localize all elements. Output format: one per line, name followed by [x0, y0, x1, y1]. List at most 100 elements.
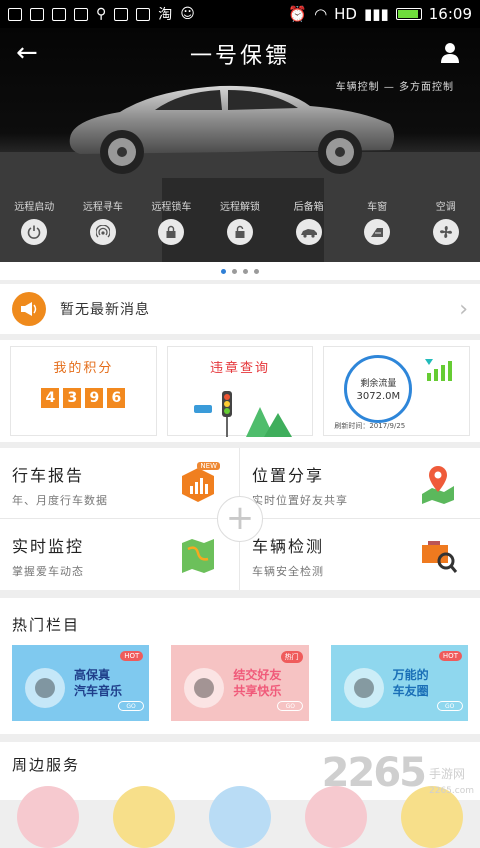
banner-illustration-icon — [25, 668, 65, 708]
battery-icon — [395, 8, 422, 20]
info-cards: 我的积分 4 3 9 6 违章查询 剩余流量 3072.0M 刷新时间：2017… — [0, 340, 480, 442]
control-trunk[interactable]: 后备箱 — [274, 198, 343, 260]
go-button[interactable]: GO — [118, 701, 144, 711]
unlock-icon[interactable] — [227, 219, 254, 245]
signal-icon[interactable] — [89, 219, 116, 245]
points-digits: 4 3 9 6 — [11, 388, 156, 408]
usb-icon: ⚲ — [96, 6, 107, 22]
control-fan[interactable]: 空调 — [411, 198, 480, 260]
megaphone-icon — [12, 292, 46, 326]
trash-icon — [30, 7, 44, 21]
control-label: 车窗 — [367, 202, 388, 213]
hot-tag: HOT — [120, 651, 144, 661]
carousel-indicator — [0, 262, 480, 280]
go-button[interactable]: GO — [436, 701, 463, 711]
control-label: 远程锁车 — [151, 202, 192, 213]
banner-line1: 高保真 — [74, 668, 111, 682]
carousel-dot[interactable] — [254, 268, 259, 274]
grid-icon — [136, 7, 151, 21]
traffic-gauge: 剩余流量 3072.0M — [344, 355, 413, 423]
feature-live-monitor[interactable]: 实时监控 掌握爱车动态 — [0, 519, 240, 590]
notice-bar[interactable]: 暂无最新消息 › — [0, 284, 480, 334]
wifi-icon: ◠ — [314, 5, 328, 23]
engine-check-icon — [422, 541, 458, 573]
control-label: 远程解锁 — [220, 202, 261, 213]
feature-vehicle-check[interactable]: 车辆检测 车辆安全检测 — [240, 519, 480, 590]
traffic-card[interactable]: 剩余流量 3072.0M 刷新时间：2017/9/25 — [323, 346, 471, 436]
network-type: HD — [334, 5, 357, 23]
control-unlock[interactable]: 远程解锁 — [206, 198, 275, 260]
signal-bars-icon: ▮▮▮ — [364, 5, 389, 23]
watermark-text: 手游网 — [429, 767, 466, 781]
violation-card[interactable]: 违章查询 — [166, 346, 314, 437]
window-icon[interactable] — [364, 219, 391, 245]
hot-title: 热门栏目 — [12, 616, 81, 634]
new-badge: NEW — [197, 462, 220, 470]
mail-icon — [74, 7, 88, 21]
hot-section: 热门栏目 HOT 高保真 汽车音乐 GO 热门 结交好友 共享快乐 GO HOT 万能的 车友圈 GO — [0, 598, 480, 734]
remote-controls: 远程启动 远程寻车 远程锁车 远程解锁 后备箱 车窗 空调 — [0, 198, 480, 260]
fan-icon[interactable] — [432, 219, 459, 245]
power-icon[interactable] — [21, 219, 48, 245]
feature-location-share[interactable]: 位置分享 实时位置好友共享 — [240, 448, 480, 519]
chevron-right-icon: › — [459, 296, 468, 322]
traffic-light-icon — [193, 391, 292, 437]
alarm-icon: ⏰ — [288, 5, 308, 23]
banner-line1: 万能的 — [392, 668, 429, 682]
feature-drive-report[interactable]: 行车报告 年、月度行车数据 NEW — [0, 448, 240, 519]
points-title: 我的积分 — [53, 361, 114, 376]
trunk-icon[interactable] — [295, 219, 322, 245]
notification-icon — [8, 7, 22, 21]
control-label: 空调 — [435, 202, 456, 213]
lock-icon[interactable] — [158, 219, 185, 245]
traffic-value: 3072.0M — [356, 391, 401, 402]
control-window[interactable]: 车窗 — [343, 198, 412, 260]
taobao-icon: 淘 — [158, 7, 173, 23]
map-route-icon — [182, 539, 214, 573]
nearby-service-icon[interactable] — [17, 786, 79, 848]
nearby-section: 周边服务 2265 手游网 2265.com — [0, 742, 480, 848]
control-label: 远程寻车 — [82, 202, 123, 213]
banner-line2: 车友圈 — [392, 684, 429, 698]
points-digit: 3 — [63, 388, 82, 408]
control-signal[interactable]: 远程寻车 — [69, 198, 138, 260]
car-image — [69, 85, 394, 174]
banner-line2: 汽车音乐 — [74, 684, 123, 698]
feature-grid: 行车报告 年、月度行车数据 NEW 位置分享 实时位置好友共享 实时监控 掌握爱… — [0, 448, 480, 590]
user-icon[interactable] — [440, 42, 460, 64]
hot-banner[interactable]: 热门 结交好友 共享快乐 GO — [171, 645, 309, 721]
page-title: 一号保镖 — [189, 44, 290, 69]
points-digit: 9 — [85, 388, 104, 408]
hot-banners: HOT 高保真 汽车音乐 GO 热门 结交好友 共享快乐 GO HOT 万能的 车友圈 GO — [12, 645, 468, 721]
signal-strength-icon — [425, 359, 453, 381]
banner-line2: 共享快乐 — [233, 684, 282, 698]
carousel-dot[interactable] — [243, 268, 248, 274]
points-card[interactable]: 我的积分 4 3 9 6 — [10, 346, 157, 436]
control-power[interactable]: 远程启动 — [0, 198, 69, 260]
go-button[interactable]: GO — [277, 701, 304, 711]
banner-line1: 结交好友 — [233, 668, 282, 682]
carousel-dot[interactable] — [221, 268, 226, 274]
app-icon — [114, 7, 129, 21]
watermark-url: 2265.com — [429, 786, 474, 796]
nearby-service-icon[interactable] — [209, 786, 271, 848]
control-lock[interactable]: 远程锁车 — [137, 198, 206, 260]
control-label: 后备箱 — [293, 202, 324, 213]
map-pin-icon — [422, 466, 454, 504]
carousel-dot[interactable] — [232, 268, 237, 274]
traffic-label: 剩余流量 — [360, 379, 397, 389]
banner-illustration-icon — [343, 668, 384, 708]
hot-banner[interactable]: HOT 高保真汽车音乐 GO — [12, 645, 150, 721]
hero-banner: ← 一号保镖 车辆控制 — 多方面控制 远程启动 远程寻车 远程锁车 远程解锁 后备箱车… — [0, 28, 480, 262]
nearby-service-icon[interactable] — [113, 786, 175, 848]
hot-banner[interactable]: HOT 万能的 车友圈 GO — [330, 645, 468, 721]
report-chart-icon — [182, 468, 214, 502]
clock: 16:09 — [428, 5, 472, 23]
watermark-number: 2265 — [321, 750, 427, 796]
add-plus-button[interactable]: + — [217, 496, 263, 542]
smiley-icon: ☺ — [180, 6, 195, 22]
notice-text: 暂无最新消息 — [60, 302, 150, 318]
traffic-updated: 刷新时间：2017/9/25 — [334, 422, 406, 430]
watermark: 2265 手游网 2265.com — [322, 750, 474, 796]
violation-title: 违章查询 — [210, 361, 271, 376]
